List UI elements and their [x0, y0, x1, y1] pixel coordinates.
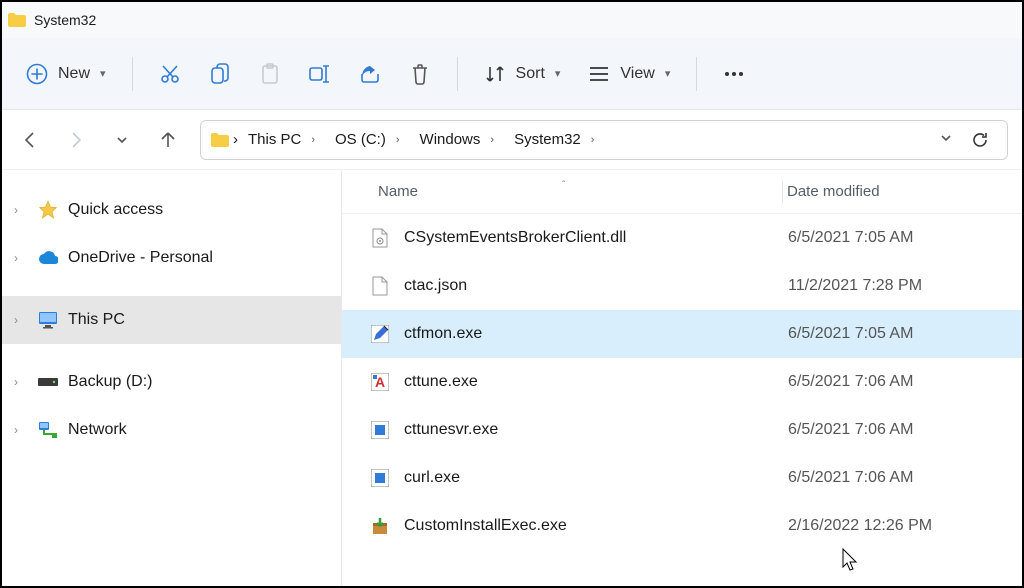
breadcrumb-segment[interactable]: This PC› — [238, 125, 325, 154]
file-name: curl.exe — [404, 469, 784, 487]
rename-icon — [309, 63, 331, 85]
copy-button[interactable] — [197, 53, 243, 95]
column-headers: ˆ Name Date modified — [342, 170, 1022, 214]
file-date: 6/5/2021 7:05 AM — [784, 229, 913, 247]
cloud-icon — [38, 248, 58, 268]
file-date: 6/5/2021 7:06 AM — [784, 421, 913, 439]
star-icon — [38, 200, 58, 220]
file-icon — [370, 468, 390, 488]
navigation-pane[interactable]: › Quick access› OneDrive - Personal› Thi… — [2, 170, 342, 586]
sidebar-item[interactable]: › This PC — [2, 296, 341, 344]
network-icon — [38, 420, 58, 440]
cut-button[interactable] — [147, 53, 193, 95]
address-dropdown[interactable] — [939, 131, 953, 149]
file-date: 6/5/2021 7:05 AM — [784, 325, 913, 343]
pc-icon — [38, 310, 58, 330]
dots-icon — [723, 63, 745, 85]
chevron-right-icon[interactable]: › — [14, 203, 28, 217]
breadcrumb-segment[interactable]: OS (C:)› — [325, 125, 410, 154]
file-row[interactable]: CustomInstallExec.exe 2/16/2022 12:26 PM — [342, 502, 1022, 550]
file-icon — [370, 516, 390, 536]
up-button[interactable] — [154, 126, 182, 154]
file-row[interactable]: curl.exe 6/5/2021 7:06 AM — [342, 454, 1022, 502]
delete-button[interactable] — [397, 53, 443, 95]
view-icon — [588, 63, 610, 85]
more-button[interactable] — [711, 53, 757, 95]
file-name: cttunesvr.exe — [404, 421, 784, 439]
chevron-right-icon[interactable]: › — [14, 251, 28, 265]
breadcrumb-segment[interactable]: Windows› — [410, 125, 505, 154]
file-list[interactable]: CSystemEventsBrokerClient.dll 6/5/2021 7… — [342, 214, 1022, 586]
clipboard-icon — [259, 63, 281, 85]
chevron-down-icon: ▾ — [100, 67, 106, 80]
file-date: 11/2/2021 7:28 PM — [784, 277, 922, 295]
sort-button[interactable]: Sort ▾ — [472, 53, 573, 95]
share-icon — [359, 63, 381, 85]
file-date: 6/5/2021 7:06 AM — [784, 373, 913, 391]
chevron-down-icon: ▾ — [665, 67, 671, 80]
file-list-pane: ˆ Name Date modified CSystemEventsBroker… — [342, 170, 1022, 586]
file-icon — [370, 276, 390, 296]
sidebar-item-label: OneDrive - Personal — [68, 249, 213, 267]
refresh-button[interactable] — [971, 131, 989, 149]
file-row[interactable]: ctfmon.exe 6/5/2021 7:05 AM — [342, 310, 1022, 358]
column-name[interactable]: ˆ Name — [342, 183, 782, 200]
trash-icon — [409, 63, 431, 85]
file-icon — [370, 324, 390, 344]
sidebar-item-label: Network — [68, 421, 127, 439]
back-button[interactable] — [16, 126, 44, 154]
file-row[interactable]: A cttune.exe 6/5/2021 7:06 AM — [342, 358, 1022, 406]
toolbar: New ▾ — [2, 38, 1022, 110]
plus-circle-icon — [26, 63, 48, 85]
drive-icon — [38, 372, 58, 392]
forward-button[interactable] — [62, 126, 90, 154]
share-button[interactable] — [347, 53, 393, 95]
copy-icon — [209, 63, 231, 85]
file-icon: A — [370, 372, 390, 392]
file-icon — [370, 228, 390, 248]
view-button[interactable]: View ▾ — [576, 53, 682, 95]
chevron-down-icon: ▾ — [555, 67, 561, 80]
breadcrumb-segment[interactable]: System32› — [504, 125, 604, 154]
sidebar-item[interactable]: › OneDrive - Personal — [2, 234, 341, 282]
chevron-right-icon[interactable]: › — [14, 423, 28, 437]
file-row[interactable]: CSystemEventsBrokerClient.dll 6/5/2021 7… — [342, 214, 1022, 262]
paste-button[interactable] — [247, 53, 293, 95]
sidebar-item[interactable]: › Quick access — [2, 186, 341, 234]
sidebar-item-label: Backup (D:) — [68, 373, 152, 391]
file-name: cttune.exe — [404, 373, 784, 391]
file-name: CSystemEventsBrokerClient.dll — [404, 229, 784, 247]
new-button[interactable]: New ▾ — [14, 53, 118, 95]
file-row[interactable]: ctac.json 11/2/2021 7:28 PM — [342, 262, 1022, 310]
scissors-icon — [159, 63, 181, 85]
address-bar[interactable]: › This PC›OS (C:)›Windows›System32› — [200, 120, 1008, 160]
folder-icon — [8, 13, 26, 27]
explorer-window: System32 New ▾ — [2, 2, 1022, 586]
file-date: 6/5/2021 7:06 AM — [784, 469, 913, 487]
folder-icon — [211, 133, 229, 147]
chevron-right-icon[interactable]: › — [14, 313, 28, 327]
navigation-row: › This PC›OS (C:)›Windows›System32› — [2, 110, 1022, 170]
rename-button[interactable] — [297, 53, 343, 95]
file-row[interactable]: cttunesvr.exe 6/5/2021 7:06 AM — [342, 406, 1022, 454]
titlebar: System32 — [2, 2, 1022, 38]
file-name: ctfmon.exe — [404, 325, 784, 343]
column-date-modified[interactable]: Date modified — [783, 183, 1022, 200]
sidebar-item[interactable]: › Network — [2, 406, 341, 454]
sort-indicator-icon: ˆ — [562, 180, 565, 191]
sort-icon — [484, 63, 506, 85]
sidebar-item-label: Quick access — [68, 201, 163, 219]
chevron-right-icon[interactable]: › — [14, 375, 28, 389]
window-title: System32 — [34, 12, 96, 28]
file-date: 2/16/2022 12:26 PM — [784, 517, 932, 535]
sidebar-item-label: This PC — [68, 311, 125, 329]
file-icon — [370, 420, 390, 440]
sidebar-item[interactable]: › Backup (D:) — [2, 358, 341, 406]
file-name: ctac.json — [404, 277, 784, 295]
file-name: CustomInstallExec.exe — [404, 517, 784, 535]
body: › Quick access› OneDrive - Personal› Thi… — [2, 170, 1022, 586]
recent-dropdown[interactable] — [108, 126, 136, 154]
